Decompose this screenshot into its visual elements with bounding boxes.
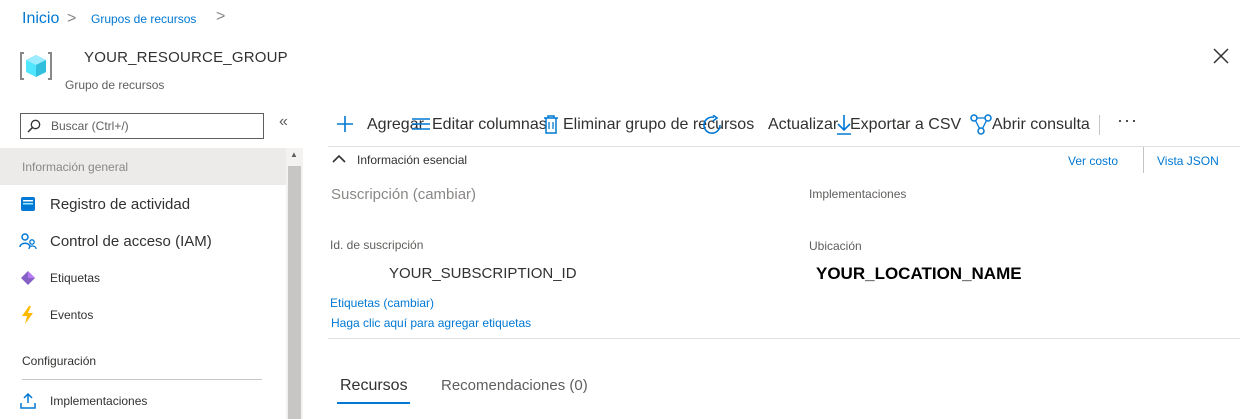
chevron-up-icon[interactable] — [332, 152, 346, 164]
breadcrumb-resource-groups-link[interactable]: Grupos de recursos — [91, 12, 196, 26]
edit-columns-button[interactable]: Editar columnas — [432, 116, 547, 134]
trash-icon — [543, 114, 559, 139]
essentials-toggle[interactable]: Información esencial — [357, 153, 467, 167]
add-tags-link[interactable]: Haga clic aquí para agregar etiquetas — [331, 316, 531, 330]
json-view-link[interactable]: Vista JSON — [1157, 154, 1219, 168]
breadcrumb-separator: > — [67, 10, 77, 27]
essentials-link-divider — [1143, 147, 1144, 173]
sidebar-item-label: Registro de actividad — [50, 195, 191, 213]
activity-log-icon — [18, 194, 38, 214]
more-options-button[interactable]: ··· — [1117, 110, 1138, 131]
view-cost-link[interactable]: Ver costo — [1068, 154, 1118, 168]
active-tab-indicator — [337, 402, 410, 404]
resource-group-icon — [18, 50, 54, 82]
add-icon[interactable] — [335, 114, 355, 139]
section-divider — [22, 379, 262, 380]
search-icon — [27, 119, 41, 133]
sidebar-item-label: Control de acceso (IAM) — [50, 232, 212, 250]
scroll-up-arrow-icon[interactable]: ▲ — [290, 150, 298, 159]
deployments-label: Implementaciones — [809, 187, 907, 201]
sidebar-item-deployments[interactable]: Implementaciones — [18, 391, 147, 411]
sidebar-scrollbar-thumb[interactable] — [288, 166, 301, 419]
location-label: Ubicación — [809, 239, 862, 253]
sidebar-item-iam[interactable]: Control de acceso (IAM) — [18, 231, 212, 251]
sidebar-item-label: Eventos — [50, 308, 94, 322]
subscription-change-link[interactable]: Suscripción (cambiar) — [331, 186, 476, 203]
collapse-sidebar-button[interactable]: « — [279, 113, 288, 131]
sidebar-item-tags[interactable]: Etiquetas — [18, 268, 100, 288]
sidebar-item-activity-log[interactable]: Registro de actividad — [18, 194, 190, 214]
iam-icon — [18, 231, 38, 251]
refresh-button[interactable]: Actualizar — [768, 116, 838, 134]
tab-resources[interactable]: Recursos — [340, 377, 408, 395]
location-value: YOUR_LOCATION_NAME — [816, 264, 1022, 283]
page-title: YOUR_RESOURCE_GROUP — [84, 49, 288, 66]
close-icon[interactable] — [1211, 46, 1231, 66]
sidebar-item-label: Etiquetas — [50, 271, 101, 285]
page-subtitle: Grupo de recursos — [65, 78, 165, 92]
export-csv-button[interactable]: Exportar a CSV — [850, 116, 961, 134]
sidebar-item-events[interactable]: Eventos — [18, 305, 93, 325]
essentials-top-divider — [328, 146, 1240, 147]
essentials-bottom-divider — [328, 338, 1240, 339]
search-input[interactable]: Buscar (Ctrl+/) — [20, 113, 264, 139]
tab-recommendations[interactable]: Recomendaciones (0) — [441, 377, 588, 394]
search-placeholder: Buscar (Ctrl+/) — [51, 119, 129, 133]
lightning-icon — [18, 305, 38, 325]
edit-columns-icon — [411, 117, 431, 138]
deploy-icon — [18, 391, 38, 411]
refresh-icon — [702, 114, 724, 140]
sidebar-item-overview-label: Información general — [22, 160, 129, 174]
query-icon — [970, 114, 992, 141]
tags-change-link[interactable]: Etiquetas (cambiar) — [330, 296, 434, 310]
subscription-id-label: Id. de suscripción — [330, 238, 424, 252]
breadcrumb-chevron: > — [216, 8, 226, 25]
open-query-button[interactable]: Abrir consulta — [992, 116, 1090, 134]
section-heading-configuration: Configuración — [22, 354, 97, 368]
sidebar-item-label: Implementaciones — [50, 394, 148, 408]
tag-icon — [18, 268, 38, 288]
subscription-id-value: YOUR_SUBSCRIPTION_ID — [389, 265, 577, 282]
delete-resource-group-button[interactable]: Eliminar grupo de recursos — [563, 116, 754, 134]
breadcrumb-home-link[interactable]: Inicio — [22, 10, 59, 28]
toolbar-divider — [1099, 115, 1100, 135]
